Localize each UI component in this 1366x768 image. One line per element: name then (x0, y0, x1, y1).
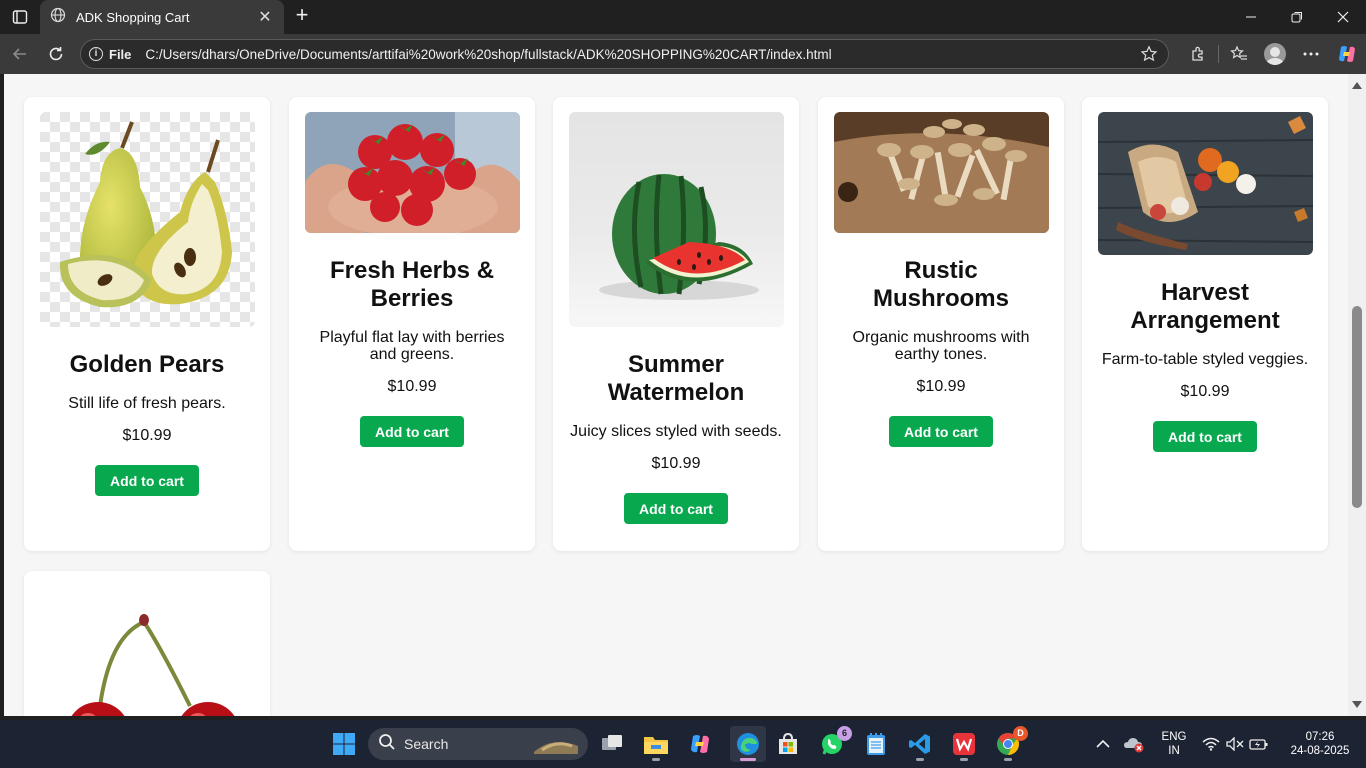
product-card (24, 571, 270, 716)
product-card: Fresh Herbs & Berries Playful flat lay w… (289, 97, 535, 551)
running-indicator (960, 758, 968, 761)
mushrooms-image (833, 112, 1049, 233)
battery-charging-icon[interactable] (1248, 730, 1270, 758)
tab-title: ADK Shopping Cart (76, 9, 190, 25)
browser-navbar: i File C:/Users/dhars/OneDrive/Documents… (0, 34, 1366, 74)
edge-browser-icon[interactable] (730, 726, 766, 762)
add-to-cart-button[interactable]: Add to cart (360, 416, 464, 447)
onedrive-sync-icon[interactable] (1122, 730, 1146, 758)
window-controls (1228, 0, 1366, 34)
product-title: Summer Watermelon (607, 351, 745, 406)
product-description: Juicy slices styled with seeds. (570, 423, 782, 440)
search-highlight-icon (532, 732, 582, 761)
product-price: $10.99 (387, 378, 437, 395)
scrollbar-thumb[interactable] (1352, 306, 1362, 508)
product-title: Golden Pears (69, 351, 225, 378)
input-language[interactable]: ENG IN (1158, 730, 1190, 758)
taskbar-search[interactable]: Search (368, 728, 588, 760)
close-window-icon[interactable] (1320, 0, 1366, 34)
strawberries-image (304, 112, 520, 233)
favorite-star-icon[interactable] (1140, 45, 1158, 68)
microsoft-store-icon[interactable] (774, 730, 802, 758)
tab-close-icon[interactable]: ✕ (256, 7, 274, 27)
browser-tab-active[interactable]: ADK Shopping Cart ✕ (40, 0, 284, 34)
clock-date: 24-08-2025 (1290, 745, 1350, 757)
search-icon (378, 733, 396, 756)
product-price: $10.99 (916, 378, 966, 395)
product-card: Rustic Mushrooms Organic mushrooms with … (818, 97, 1064, 551)
product-card: Golden Pears Still life of fresh pears. … (24, 97, 270, 551)
scroll-down-icon[interactable] (1352, 701, 1362, 708)
product-title: Fresh Herbs & Berries (329, 257, 495, 312)
cherries-image (39, 586, 255, 716)
add-to-cart-button[interactable]: Add to cart (889, 416, 993, 447)
refresh-icon[interactable] (44, 42, 68, 66)
clock[interactable]: 07:26 24-08-2025 (1282, 730, 1358, 758)
whatsapp-icon[interactable]: 6 (818, 726, 852, 758)
task-view-icon[interactable] (598, 730, 626, 758)
vscode-icon[interactable] (906, 730, 934, 758)
add-to-cart-button[interactable]: Add to cart (95, 465, 199, 496)
copilot-app-icon[interactable] (686, 730, 714, 758)
windows-start-icon[interactable] (330, 730, 358, 758)
volume-muted-icon[interactable] (1224, 730, 1246, 758)
page-scrollbar[interactable] (1348, 74, 1366, 716)
clock-time: 07:26 (1305, 731, 1335, 743)
scheme-label: File (109, 46, 132, 62)
browser-tabstrip: ADK Shopping Cart ✕ + (0, 0, 1366, 34)
extensions-icon[interactable] (1180, 40, 1216, 68)
product-title: Rustic Mushrooms (872, 257, 1009, 312)
product-price: $10.99 (122, 427, 172, 444)
windows-taskbar: Search 6 D ENG IN 07:26 24-08-2025 (0, 720, 1366, 768)
wifi-icon[interactable] (1200, 730, 1222, 758)
profile-avatar[interactable] (1257, 40, 1293, 68)
product-description: Farm-to-table styled veggies. (1101, 351, 1309, 368)
scroll-up-icon[interactable] (1352, 82, 1362, 89)
add-to-cart-button[interactable]: Add to cart (1153, 421, 1257, 452)
running-indicator (652, 758, 660, 761)
region-code: IN (1168, 745, 1180, 757)
watermelon-image (568, 112, 784, 327)
product-description: Still life of fresh pears. (68, 395, 226, 412)
wps-office-icon[interactable] (950, 730, 978, 758)
info-icon[interactable]: i (89, 47, 103, 61)
minimize-icon[interactable] (1228, 0, 1274, 34)
copilot-icon[interactable] (1329, 40, 1365, 68)
tab-actions-icon[interactable] (8, 6, 32, 28)
notification-badge: 6 (837, 726, 852, 741)
search-label: Search (404, 736, 449, 752)
product-title: Harvest Arrangement (1130, 279, 1280, 334)
file-explorer-icon[interactable] (642, 730, 670, 758)
more-options-icon[interactable] (1293, 40, 1329, 68)
product-description: Playful flat lay with berries and greens… (319, 329, 505, 363)
avatar (1264, 43, 1286, 65)
running-indicator (1004, 758, 1012, 761)
active-app-indicator (740, 758, 756, 761)
product-card: Summer Watermelon Juicy slices styled wi… (553, 97, 799, 551)
notepad-icon[interactable] (862, 730, 890, 758)
page-viewport: Golden Pears Still life of fresh pears. … (4, 74, 1348, 716)
language-code: ENG (1161, 731, 1187, 743)
toolbar-divider (1218, 45, 1219, 63)
show-hidden-icons-chevron-icon[interactable] (1092, 730, 1114, 758)
profile-badge-icon: D (1013, 726, 1028, 741)
url-text[interactable]: C:/Users/dhars/OneDrive/Documents/arttif… (145, 47, 1168, 62)
address-bar[interactable]: i File C:/Users/dhars/OneDrive/Documents… (80, 39, 1169, 69)
restore-icon[interactable] (1274, 0, 1320, 34)
pears-image (39, 112, 255, 327)
product-price: $10.99 (1180, 383, 1230, 400)
new-tab-icon[interactable]: + (290, 4, 314, 28)
back-icon[interactable] (8, 42, 32, 66)
product-card: Harvest Arrangement Farm-to-table styled… (1082, 97, 1328, 551)
chrome-icon[interactable]: D (994, 726, 1028, 758)
running-indicator (916, 758, 924, 761)
globe-icon (50, 7, 66, 28)
favorites-icon[interactable] (1221, 40, 1257, 68)
harvest-image (1097, 112, 1313, 255)
add-to-cart-button[interactable]: Add to cart (624, 493, 728, 524)
product-description: Organic mushrooms with earthy tones. (852, 329, 1030, 363)
product-price: $10.99 (651, 455, 701, 472)
